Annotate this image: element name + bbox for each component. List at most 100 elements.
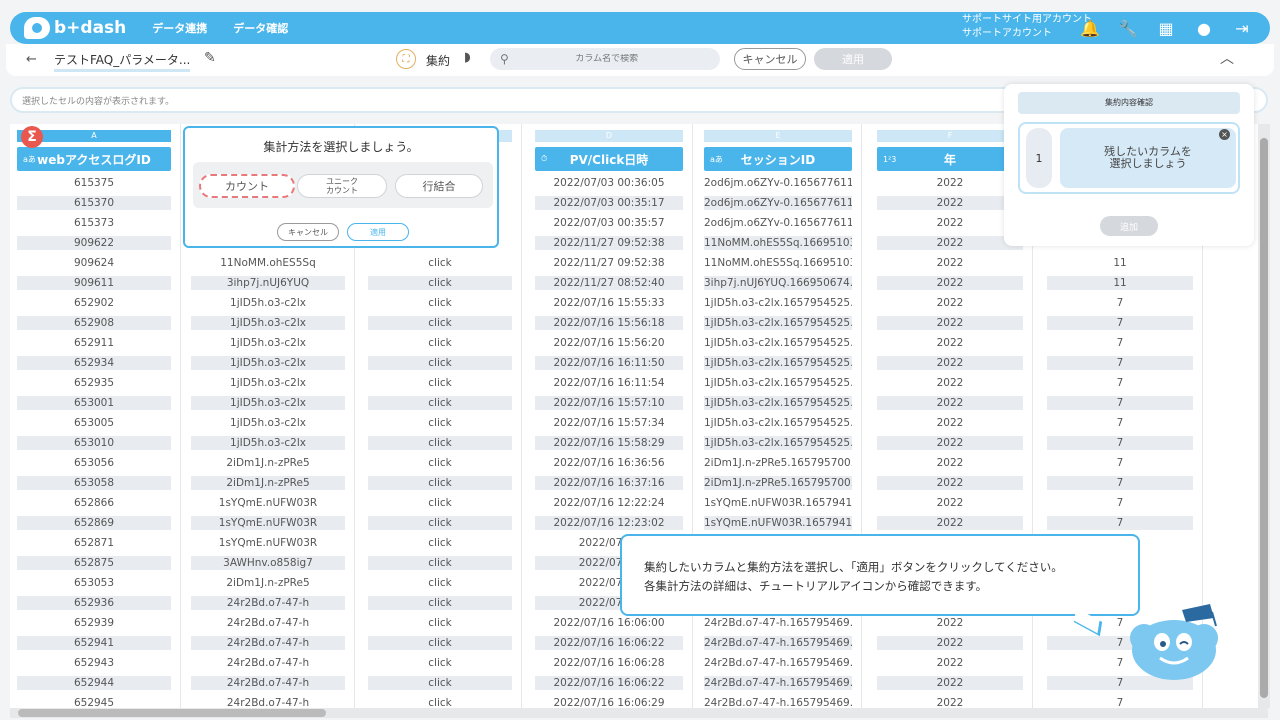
table-cell[interactable]: 2022 — [877, 636, 1023, 650]
table-cell[interactable]: 7 — [1047, 356, 1193, 370]
table-cell[interactable]: 2022 — [877, 296, 1023, 310]
table-cell[interactable]: 2022/07/16 16:06:00 — [535, 616, 683, 630]
table-cell[interactable]: click — [368, 356, 512, 370]
table-cell[interactable]: 24r2Bd.o7-47-h — [191, 596, 345, 610]
table-cell[interactable]: 11NoMM.ohES5Sq.16695103... — [704, 256, 852, 270]
table-cell[interactable]: 653058 — [17, 476, 171, 490]
table-cell[interactable]: 2022/07/03 00:36:05 — [535, 176, 683, 190]
table-cell[interactable]: 2022/07/03 00:35:57 — [535, 216, 683, 230]
table-cell[interactable]: 24r2Bd.o7-47-h — [191, 616, 345, 630]
table-cell[interactable]: 7 — [1047, 516, 1193, 530]
table-cell[interactable]: 1sYQmE.nUFW03R — [191, 496, 345, 510]
row-join-option[interactable]: 行結合 — [395, 174, 483, 198]
column-header[interactable]: aあ webアクセスログID — [17, 147, 171, 171]
apps-grid-icon[interactable]: ▦ — [1154, 17, 1178, 39]
table-cell[interactable]: 1jID5h.o3-c2lx — [191, 356, 345, 370]
table-cell[interactable]: 1jID5h.o3-c2lx — [191, 316, 345, 330]
table-cell[interactable]: click — [368, 676, 512, 690]
unique-count-option[interactable]: ユニーク カウント — [297, 174, 387, 198]
table-cell[interactable]: 2022 — [877, 416, 1023, 430]
table-cell[interactable]: click — [368, 656, 512, 670]
table-cell[interactable]: 652908 — [17, 316, 171, 330]
table-cell[interactable]: 2022/07/16 15:56:18 — [535, 316, 683, 330]
table-cell[interactable]: 2022/11/27 09:52:38 — [535, 236, 683, 250]
column-search[interactable]: ⚲ — [490, 48, 720, 70]
table-cell[interactable]: 2od6jm.o6ZYv-0.165677611... — [704, 196, 852, 210]
table-cell[interactable]: 7 — [1047, 496, 1193, 510]
table-cell[interactable]: click — [368, 576, 512, 590]
table-cell[interactable]: 2022/07/16 16:11:54 — [535, 376, 683, 390]
table-cell[interactable]: click — [368, 276, 512, 290]
table-cell[interactable]: 2022/07/16 15:56:20 — [535, 336, 683, 350]
table-cell[interactable]: 2022/07/03 00:35:17 — [535, 196, 683, 210]
table-cell[interactable]: 653053 — [17, 576, 171, 590]
table-cell[interactable]: 7 — [1047, 696, 1193, 708]
table-cell[interactable]: click — [368, 316, 512, 330]
column-letter[interactable]: E — [704, 130, 852, 142]
table-cell[interactable]: 24r2Bd.o7-47-h.165795469... — [704, 616, 852, 630]
table-cell[interactable]: click — [368, 556, 512, 570]
table-cell[interactable]: 11 — [1047, 276, 1193, 290]
table-cell[interactable]: click — [368, 396, 512, 410]
table-cell[interactable]: 24r2Bd.o7-47-h.165795469... — [704, 696, 852, 708]
table-cell[interactable]: 1jID5h.o3-c2lx — [191, 296, 345, 310]
table-cell[interactable]: 1jID5h.o3-c2lx — [191, 336, 345, 350]
table-cell[interactable]: 652875 — [17, 556, 171, 570]
table-cell[interactable]: 2022/07/16 16:06:28 — [535, 656, 683, 670]
table-cell[interactable]: click — [368, 536, 512, 550]
table-cell[interactable]: 1jID5h.o3-c2lx.1657954525... — [704, 376, 852, 390]
table-cell[interactable]: 2022/11/27 08:52:40 — [535, 276, 683, 290]
table-cell[interactable]: 615373 — [17, 216, 171, 230]
table-cell[interactable]: 653056 — [17, 456, 171, 470]
table-cell[interactable]: 2022/07/16 16:11:50 — [535, 356, 683, 370]
table-cell[interactable]: 2022/07/16 16:06:22 — [535, 636, 683, 650]
close-icon[interactable]: × — [1219, 129, 1230, 140]
table-cell[interactable]: 7 — [1047, 476, 1193, 490]
table-cell[interactable]: 652934 — [17, 356, 171, 370]
table-cell[interactable]: 1jID5h.o3-c2lx — [191, 376, 345, 390]
account-info[interactable]: サポートサイト用アカウント サポートアカウント — [962, 13, 1092, 41]
table-cell[interactable]: click — [368, 616, 512, 630]
table-cell[interactable]: 7 — [1047, 436, 1193, 450]
table-cell[interactable]: 2022 — [877, 696, 1023, 708]
nav-data-check[interactable]: データ確認 — [233, 20, 288, 36]
column-letter[interactable]: D — [535, 130, 683, 142]
table-cell[interactable]: 909611 — [17, 276, 171, 290]
table-cell[interactable]: click — [368, 256, 512, 270]
table-cell[interactable]: 615370 — [17, 196, 171, 210]
table-cell[interactable]: 2022 — [877, 276, 1023, 290]
table-cell[interactable]: click — [368, 476, 512, 490]
table-cell[interactable]: 909624 — [17, 256, 171, 270]
table-cell[interactable]: 2022 — [877, 176, 1023, 190]
table-cell[interactable]: 1jID5h.o3-c2lx — [191, 436, 345, 450]
table-cell[interactable]: 2022 — [877, 436, 1023, 450]
table-cell[interactable]: 7 — [1047, 396, 1193, 410]
table-cell[interactable]: click — [368, 636, 512, 650]
column-header[interactable]: 1²3 年 — [877, 147, 1023, 171]
table-cell[interactable]: 24r2Bd.o7-47-h.165795469... — [704, 656, 852, 670]
table-cell[interactable]: 2022 — [877, 496, 1023, 510]
table-cell[interactable]: 2022/07/16 15:57:34 — [535, 416, 683, 430]
table-cell[interactable]: 2022 — [877, 616, 1023, 630]
table-cell[interactable]: 2iDm1J.n-zPRe5.165795700... — [704, 456, 852, 470]
table-cell[interactable]: 2022/07/16 12:23:02 — [535, 516, 683, 530]
table-cell[interactable]: 652866 — [17, 496, 171, 510]
table-cell[interactable]: 1jID5h.o3-c2lx.1657954525... — [704, 296, 852, 310]
table-cell[interactable]: 7 — [1047, 376, 1193, 390]
table-cell[interactable]: 2022 — [877, 656, 1023, 670]
table-cell[interactable]: 2022 — [877, 356, 1023, 370]
table-cell[interactable]: 2iDm1J.n-zPRe5 — [191, 456, 345, 470]
table-cell[interactable]: 7 — [1047, 336, 1193, 350]
bell-icon[interactable]: 🔔 — [1078, 17, 1102, 39]
table-cell[interactable]: click — [368, 456, 512, 470]
table-cell[interactable]: 7 — [1047, 296, 1193, 310]
table-cell[interactable]: 24r2Bd.o7-47-h — [191, 656, 345, 670]
popup-apply-button[interactable]: 適用 — [347, 223, 409, 241]
table-cell[interactable]: 2022/11/27 09:52:38 — [535, 256, 683, 270]
table-cell[interactable]: 11NoMM.ohES5Sq — [191, 256, 345, 270]
table-cell[interactable]: 2022 — [877, 256, 1023, 270]
table-cell[interactable]: 615375 — [17, 176, 171, 190]
table-cell[interactable]: 2022 — [877, 376, 1023, 390]
table-cell[interactable]: 2iDm1J.n-zPRe5 — [191, 476, 345, 490]
table-cell[interactable]: 3ihp7j.nUJ6YUQ.166950674... — [704, 276, 852, 290]
